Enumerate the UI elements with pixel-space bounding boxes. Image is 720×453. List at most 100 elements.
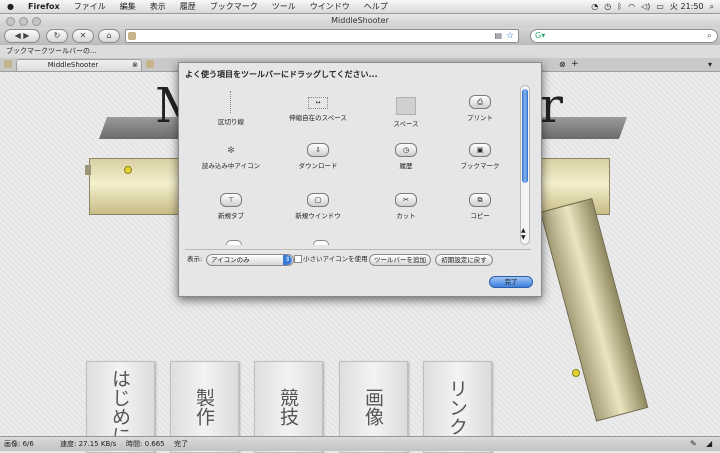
done-button[interactable]: 完了: [489, 276, 533, 288]
minimize-window-icon[interactable]: [19, 17, 28, 26]
item-label: 区切り線: [218, 118, 244, 126]
menu-history[interactable]: 履歴: [173, 0, 203, 13]
tab-middleshooter[interactable]: MiddleShooter ⊗: [16, 59, 142, 71]
palette-item-cut[interactable]: ✂ カット: [371, 193, 441, 220]
sync-icon[interactable]: ◔: [591, 2, 598, 11]
tab-label: MiddleShooter: [47, 61, 99, 69]
small-icons-label[interactable]: 小さいアイコンを使用: [303, 254, 368, 264]
small-icons-checkbox[interactable]: [294, 255, 302, 263]
menu-file[interactable]: ファイル: [67, 0, 113, 13]
timemachine-icon[interactable]: ◷: [604, 2, 611, 11]
item-label: 新規タブ: [218, 212, 244, 220]
screw-icon: [572, 369, 580, 377]
palette-scrollbar[interactable]: [520, 85, 530, 245]
gun-body-graphic: [89, 158, 191, 215]
tab-list-icon[interactable]: ▾: [708, 58, 712, 71]
bookmark-folder[interactable]: ブックマークツールバーの...: [6, 45, 97, 58]
partial-item-icon: [313, 240, 329, 245]
history-icon: ◷: [395, 143, 417, 157]
palette-item-throbber[interactable]: ✻ 読み込み中アイコン: [196, 145, 266, 170]
window-titlebar: MiddleShooter: [0, 14, 720, 27]
window-title: MiddleShooter: [331, 16, 389, 25]
palette-item-bookmarks[interactable]: ▣ ブックマーク: [445, 143, 515, 170]
stop-icon[interactable]: ✕: [72, 29, 94, 43]
search-icon[interactable]: ⌕: [707, 30, 712, 42]
status-text: 完了: [174, 440, 188, 448]
resize-grip-icon[interactable]: ◢: [706, 437, 712, 451]
addon-status-icon[interactable]: ✎: [690, 437, 697, 451]
status-images: 画像: 6/6: [4, 440, 34, 448]
item-label: カット: [396, 212, 416, 220]
scroll-down-icon[interactable]: ▼: [521, 235, 526, 241]
space-icon: [396, 97, 416, 115]
logo-letter: r: [540, 78, 563, 134]
dialog-divider: [185, 249, 531, 250]
status-speed: 速度: 27.15 KB/s: [60, 440, 117, 448]
battery-icon[interactable]: ▭: [656, 2, 664, 11]
item-label: プリント: [467, 114, 493, 122]
clock-text[interactable]: 火 21:50: [670, 1, 704, 12]
new-window-icon: ▢: [307, 193, 329, 207]
status-time: 時間: 0.665: [126, 440, 165, 448]
item-label: ブックマーク: [460, 162, 500, 170]
palette-item-print[interactable]: ⎙ プリント: [445, 95, 515, 122]
bluetooth-icon[interactable]: ᛒ: [617, 2, 622, 11]
palette-item-downloads[interactable]: ⇩ ダウンロード: [283, 143, 353, 170]
palette-item-space[interactable]: スペース: [371, 97, 441, 128]
gun-grip-graphic: [540, 198, 649, 422]
select-arrows-icon: ⇕: [283, 255, 292, 265]
print-icon: ⎙: [469, 95, 491, 109]
cut-icon: ✂: [395, 193, 417, 207]
restore-defaults-button[interactable]: 初期設定に戻す: [435, 254, 493, 266]
menu-window[interactable]: ウインドウ: [303, 0, 357, 13]
menu-help[interactable]: ヘルプ: [357, 0, 395, 13]
palette-item-history[interactable]: ◷ 履歴: [371, 143, 441, 170]
menu-edit[interactable]: 編集: [113, 0, 143, 13]
show-label: 表示:: [187, 255, 203, 263]
apple-menu-icon[interactable]: ●: [0, 0, 21, 13]
rss-icon[interactable]: ▤: [494, 30, 502, 42]
screw-icon: [124, 166, 132, 174]
spotlight-icon[interactable]: ⌕: [710, 2, 714, 12]
navigation-toolbar: ◀ ▶ ↻ ✕ ⌂ ▤ ☆ G▾ ⌕: [0, 27, 720, 44]
new-tab-icon[interactable]: +: [571, 58, 579, 71]
palette-item-new-tab[interactable]: ⊤ 新規タブ: [196, 193, 266, 220]
menu-firefox[interactable]: Firefox: [21, 0, 67, 13]
dialog-title: よく使う項目をツールバーにドラッグしてください...: [185, 70, 378, 79]
search-input[interactable]: G▾ ⌕: [530, 29, 718, 43]
new-tab-icon: ⊤: [220, 193, 242, 207]
back-forward-button[interactable]: ◀ ▶: [4, 29, 40, 43]
menu-tools[interactable]: ツール: [265, 0, 303, 13]
download-icon: ⇩: [307, 143, 329, 157]
tab-close-icon[interactable]: ⊗: [559, 58, 566, 71]
item-label: スペース: [393, 120, 419, 128]
menu-view[interactable]: 表示: [143, 0, 173, 13]
reload-icon[interactable]: ↻: [46, 29, 68, 43]
item-label: 履歴: [399, 162, 413, 170]
url-input[interactable]: ▤ ☆: [125, 29, 519, 43]
add-toolbar-button[interactable]: ツールバーを追加: [369, 254, 431, 266]
palette-item-copy[interactable]: ⧉ コピー: [445, 193, 515, 220]
bookmark-star-icon[interactable]: ☆: [506, 30, 514, 42]
palette-item-flexible-space[interactable]: ↔ 伸縮自在のスペース: [283, 97, 353, 122]
home-icon[interactable]: ⌂: [98, 29, 120, 43]
item-label: 伸縮自在のスペース: [289, 114, 347, 122]
zoom-window-icon[interactable]: [32, 17, 41, 26]
wifi-icon[interactable]: ◠: [628, 2, 635, 11]
menu-bookmarks[interactable]: ブックマーク: [203, 0, 265, 13]
show-mode-select[interactable]: アイコンのみ ⇕: [206, 254, 294, 266]
menubar-extras: ◔ ◷ ᛒ ◠ ◁) ▭ 火 21:50 ⌕: [591, 1, 720, 12]
item-label: 新規ウインドウ: [295, 212, 341, 220]
separator-icon: [230, 91, 232, 113]
palette-item-new-window[interactable]: ▢ 新規ウインドウ: [283, 193, 353, 220]
google-icon[interactable]: G▾: [535, 31, 545, 41]
scrollbar-thumb[interactable]: [522, 89, 528, 183]
item-label: コピー: [470, 212, 490, 220]
close-window-icon[interactable]: [6, 17, 15, 26]
volume-icon[interactable]: ◁): [641, 2, 650, 11]
throbber-icon: ✻: [227, 146, 235, 156]
tab-close-icon[interactable]: ⊗: [132, 60, 138, 71]
palette-item-separator[interactable]: 区切り線: [196, 91, 266, 126]
item-label: 読み込み中アイコン: [201, 162, 261, 170]
status-bar: 画像: 6/6 速度: 27.15 KB/s 時間: 0.665 完了 ✎ ◢: [0, 436, 720, 451]
